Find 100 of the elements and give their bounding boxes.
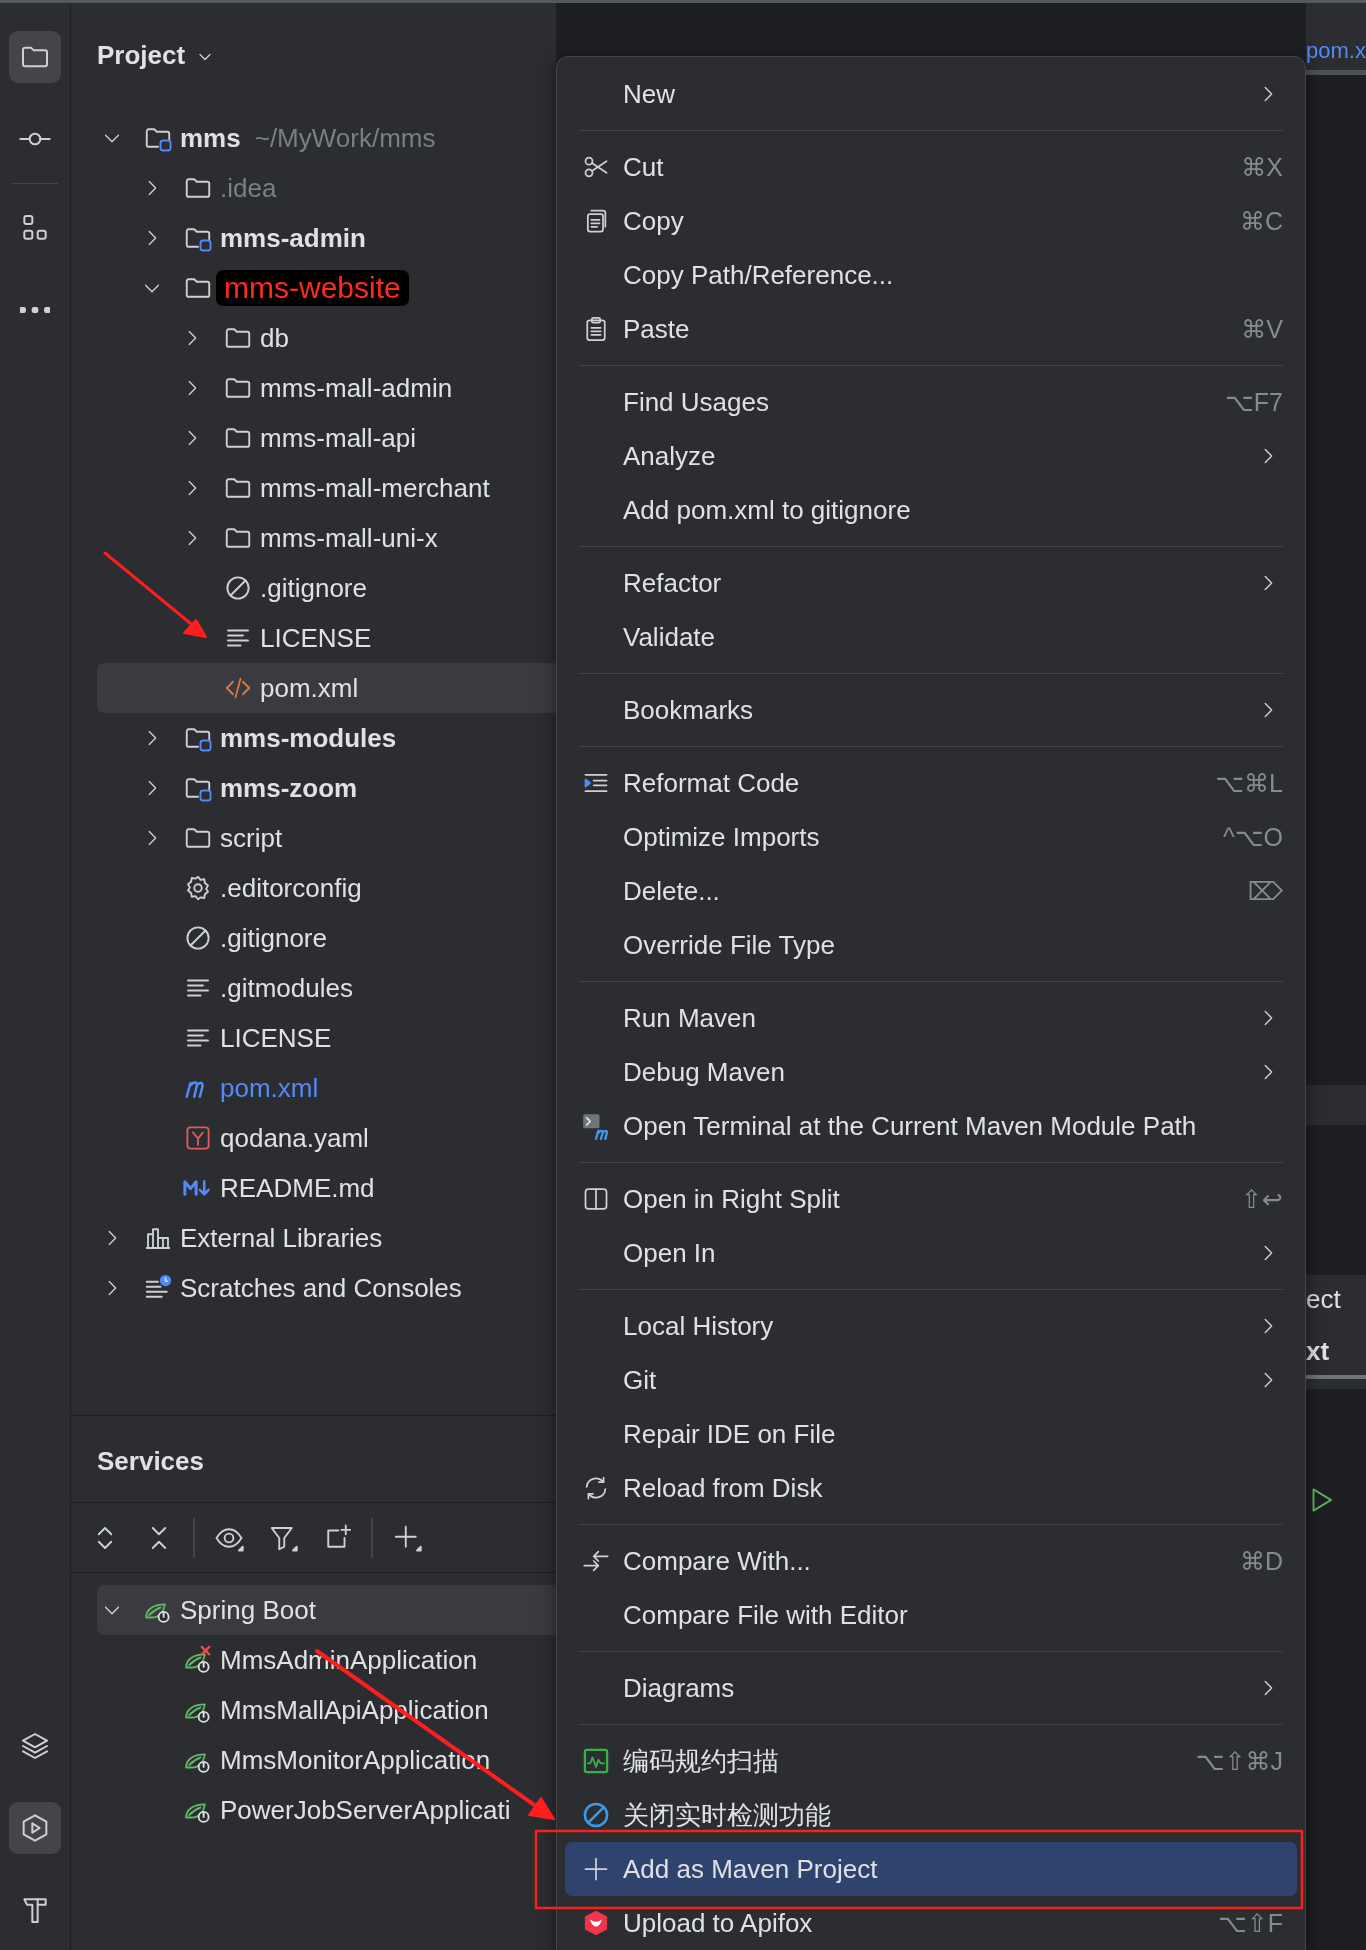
- project-path: ~/MyWork/mms: [254, 122, 436, 154]
- tree-row[interactable]: Scratches and Consoles: [97, 1263, 556, 1313]
- menu-label: Add as Maven Project: [623, 1853, 879, 1885]
- menu-item[interactable]: Copy ⌘C: [557, 194, 1305, 248]
- menu-item[interactable]: New: [557, 67, 1305, 121]
- menu-item[interactable]: Copy Path/Reference...: [557, 248, 1305, 302]
- menu-item[interactable]: Compare With... ⌘D: [557, 1534, 1305, 1588]
- menu-item[interactable]: Add pom.xml to gitignore: [557, 483, 1305, 537]
- highlighted-label: mms-website: [216, 270, 409, 306]
- tree-row[interactable]: mms-zoom: [97, 763, 556, 813]
- menu-item[interactable]: 编码规约扫描 ⌥⇧⌘J: [557, 1734, 1305, 1788]
- menu-label: Reload from Disk: [623, 1472, 824, 1504]
- menu-label: Local History: [623, 1310, 775, 1342]
- item-label: mms-mall-merchant: [260, 472, 490, 504]
- tree-row[interactable]: pom.xml: [97, 1063, 556, 1113]
- menu-label: Paste: [623, 313, 691, 345]
- menu-label: Optimize Imports: [623, 821, 821, 853]
- tool-window-button[interactable]: [9, 31, 61, 83]
- menu-item[interactable]: Compare File with Editor: [557, 1588, 1305, 1642]
- menu-label: Repair IDE on File: [623, 1418, 837, 1450]
- item-label: mms-modules: [220, 722, 397, 754]
- menu-item[interactable]: Find Usages ⌥F7: [557, 375, 1305, 429]
- menu-label: 编码规约扫描: [623, 1744, 780, 1778]
- item-label: README.md: [220, 1172, 375, 1204]
- tree-row[interactable]: script: [97, 813, 556, 863]
- menu-item[interactable]: Validate: [557, 610, 1305, 664]
- menu-label: Upload to Apifox: [623, 1907, 814, 1939]
- menu-item[interactable]: 关闭实时检测功能: [557, 1788, 1305, 1842]
- menu-label: Diagrams: [623, 1672, 736, 1704]
- tree-row[interactable]: .gitmodules: [97, 963, 556, 1013]
- item-label: mms: [180, 122, 241, 154]
- menu-item[interactable]: Open In: [557, 1226, 1305, 1280]
- item-label: .idea: [220, 172, 277, 204]
- menu-item[interactable]: Add as Maven Project: [565, 1842, 1297, 1896]
- menu-item[interactable]: Override File Type: [557, 918, 1305, 972]
- item-label: .gitignore: [260, 572, 367, 604]
- tree-row[interactable]: mms-admin: [97, 213, 556, 263]
- split-view-icon: [582, 1185, 610, 1213]
- tree-row[interactable]: pom.xml: [97, 663, 556, 713]
- tree-row[interactable]: mms-mall-uni-x: [97, 513, 556, 563]
- tree-row[interactable]: mms-mall-merchant: [97, 463, 556, 513]
- menu-item[interactable]: Repair IDE on File: [557, 1407, 1305, 1461]
- item-label: LICENSE: [220, 1022, 332, 1054]
- menu-label: Delete...: [623, 875, 721, 907]
- item-label: mms-mall-api: [260, 422, 416, 454]
- menu-item[interactable]: Analyze: [557, 429, 1305, 483]
- menu-label: Refactor: [623, 567, 723, 599]
- item-label: mms-mall-admin: [260, 372, 453, 404]
- menu-label: Open In: [623, 1237, 717, 1269]
- item-label: db: [260, 322, 289, 354]
- tree-row[interactable]: .gitignore: [97, 913, 556, 963]
- tree-row[interactable]: mms ~/MyWork/mms: [97, 113, 556, 163]
- scan-icon: [582, 1747, 610, 1775]
- menu-label: Add pom.xml to gitignore: [623, 494, 912, 526]
- terminal-icon: [582, 1112, 610, 1140]
- file-tab[interactable]: pom.x: [1306, 38, 1366, 64]
- menu-item[interactable]: Cut ⌘X: [557, 140, 1305, 194]
- menu-label: Validate: [623, 621, 717, 653]
- shortcut-hint: ⌘V: [1241, 314, 1283, 344]
- menu-label: Cut: [623, 151, 665, 183]
- menu-label: Copy: [623, 205, 685, 237]
- tree-row[interactable]: LICENSE: [97, 613, 556, 663]
- item-label: .gitmodules: [220, 972, 353, 1004]
- tree-row[interactable]: LICENSE: [97, 1013, 556, 1063]
- shortcut-hint: ⌥⇧⌘J: [1195, 1746, 1283, 1776]
- menu-item[interactable]: Diagrams: [557, 1661, 1305, 1715]
- item-label: .gitignore: [220, 922, 327, 954]
- menu-item[interactable]: Reload from Disk: [557, 1461, 1305, 1515]
- menu-item[interactable]: Upload to Apifox ⌥⇧F: [557, 1896, 1305, 1950]
- menu-label: Analyze: [623, 440, 717, 472]
- tree-row[interactable]: mms-modules: [97, 713, 556, 763]
- tree-row[interactable]: qodana.yaml: [97, 1113, 556, 1163]
- tree-row[interactable]: README.md: [97, 1163, 556, 1213]
- menu-item[interactable]: Refactor: [557, 556, 1305, 610]
- menu-item[interactable]: Bookmarks: [557, 683, 1305, 737]
- tree-row[interactable]: .editorconfig: [97, 863, 556, 913]
- menu-item[interactable]: Paste ⌘V: [557, 302, 1305, 356]
- tree-row[interactable]: External Libraries: [97, 1213, 556, 1263]
- ignore-icon: [223, 573, 253, 603]
- item-label: pom.xml: [260, 672, 359, 704]
- menu-item[interactable]: Run Maven: [557, 991, 1305, 1045]
- tree-row[interactable]: PowerJobServerApplicati: [97, 1785, 556, 1835]
- menu-item[interactable]: Local History: [557, 1299, 1305, 1353]
- menu-item[interactable]: Delete... ⌦: [557, 864, 1305, 918]
- menu-item[interactable]: Debug Maven: [557, 1045, 1305, 1099]
- menu-label: New: [623, 78, 676, 110]
- shortcut-hint: ⌘D: [1239, 1546, 1283, 1576]
- tree-row[interactable]: mms-mall-api: [97, 413, 556, 463]
- tree-row[interactable]: Spring Boot: [97, 1585, 556, 1635]
- tree-row[interactable]: mms-mall-admin: [97, 363, 556, 413]
- menu-item[interactable]: Reformat Code ⌥⌘L: [557, 756, 1305, 810]
- menu-item[interactable]: Git: [557, 1353, 1305, 1407]
- menu-item[interactable]: Open Terminal at the Current Maven Module Path: [557, 1099, 1305, 1153]
- tree-row[interactable]: .gitignore: [97, 563, 556, 613]
- tree-row[interactable]: mms-website: [97, 263, 556, 313]
- menu-item[interactable]: Optimize Imports ^⌥O: [557, 810, 1305, 864]
- item-label: .editorconfig: [220, 872, 362, 904]
- tree-row[interactable]: db: [97, 313, 556, 363]
- menu-item[interactable]: Open in Right Split ⇧↩: [557, 1172, 1305, 1226]
- tab[interactable]: ect: [1306, 1275, 1366, 1327]
